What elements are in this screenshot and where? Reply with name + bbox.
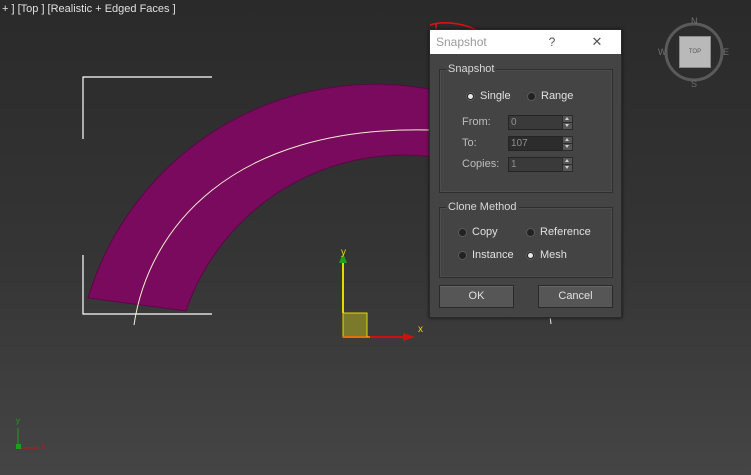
from-label: From: bbox=[462, 116, 491, 128]
radio-instance-label: Instance bbox=[472, 249, 514, 261]
radio-copy-dot[interactable] bbox=[458, 227, 467, 237]
radio-reference-label: Reference bbox=[540, 226, 591, 238]
tripod-y-label: y bbox=[16, 416, 20, 425]
clone-method-title: Clone Method bbox=[446, 201, 519, 213]
copies-spinner[interactable]: 1 bbox=[508, 157, 573, 172]
from-down-arrow-icon[interactable] bbox=[562, 122, 573, 130]
copies-label: Copies: bbox=[462, 158, 500, 170]
viewcube-east[interactable]: E bbox=[723, 47, 729, 57]
to-spinner[interactable]: 107 bbox=[508, 136, 573, 151]
viewcube[interactable]: N S W E TOP bbox=[658, 16, 729, 89]
tripod-x-label: x bbox=[41, 442, 45, 451]
copies-field[interactable]: 1 bbox=[508, 157, 564, 172]
to-field[interactable]: 107 bbox=[508, 136, 564, 151]
to-label: To: bbox=[462, 137, 477, 149]
to-down-arrow-icon[interactable] bbox=[562, 143, 573, 151]
ok-button[interactable]: OK bbox=[439, 285, 514, 308]
radio-single[interactable]: Single bbox=[466, 90, 511, 102]
close-button[interactable]: ✕ bbox=[585, 32, 609, 52]
radio-reference-dot[interactable] bbox=[526, 227, 535, 237]
snapshot-dialog: Snapshot ? ✕ Snapshot Single Range From:… bbox=[429, 29, 622, 318]
radio-reference[interactable]: Reference bbox=[526, 226, 591, 238]
radio-instance[interactable]: Instance bbox=[458, 249, 514, 261]
radio-copy-label: Copy bbox=[472, 226, 498, 238]
gizmo-x-label: x bbox=[418, 324, 423, 335]
copies-down-arrow-icon[interactable] bbox=[562, 164, 573, 172]
dialog-titlebar[interactable]: Snapshot ? ✕ bbox=[430, 30, 621, 54]
from-field[interactable]: 0 bbox=[508, 115, 564, 130]
radio-instance-dot[interactable] bbox=[458, 250, 467, 260]
viewcube-south[interactable]: S bbox=[691, 79, 697, 89]
transform-gizmo bbox=[339, 253, 415, 341]
radio-mesh[interactable]: Mesh bbox=[526, 249, 567, 261]
radio-copy[interactable]: Copy bbox=[458, 226, 498, 238]
from-spinner[interactable]: 0 bbox=[508, 115, 573, 130]
help-button[interactable]: ? bbox=[543, 33, 561, 51]
radio-mesh-label: Mesh bbox=[540, 249, 567, 261]
radio-single-dot[interactable] bbox=[466, 91, 475, 101]
cancel-button[interactable]: Cancel bbox=[538, 285, 613, 308]
viewport[interactable]: + ] [Top ] [Realistic + Edged Faces ] y … bbox=[0, 0, 751, 475]
axis-tripod bbox=[16, 428, 38, 449]
snapshot-group: Snapshot Single Range From: 0 To: 107 Co… bbox=[439, 63, 613, 193]
radio-mesh-dot[interactable] bbox=[526, 250, 535, 260]
radio-range-dot[interactable] bbox=[527, 91, 536, 101]
radio-range[interactable]: Range bbox=[527, 90, 573, 102]
radio-single-label: Single bbox=[480, 90, 511, 102]
radio-range-label: Range bbox=[541, 90, 574, 102]
scene bbox=[16, 22, 568, 449]
clone-method-group: Clone Method Copy Reference Instance Mes… bbox=[439, 201, 613, 278]
dialog-title: Snapshot bbox=[436, 35, 487, 49]
arc-mesh bbox=[87, 83, 456, 312]
viewcube-west[interactable]: W bbox=[658, 47, 667, 57]
snapshot-group-title: Snapshot bbox=[446, 63, 497, 75]
viewcube-north[interactable]: N bbox=[691, 16, 698, 26]
viewcube-top-face[interactable]: TOP bbox=[679, 36, 711, 68]
gizmo-y-label: y bbox=[341, 247, 346, 258]
